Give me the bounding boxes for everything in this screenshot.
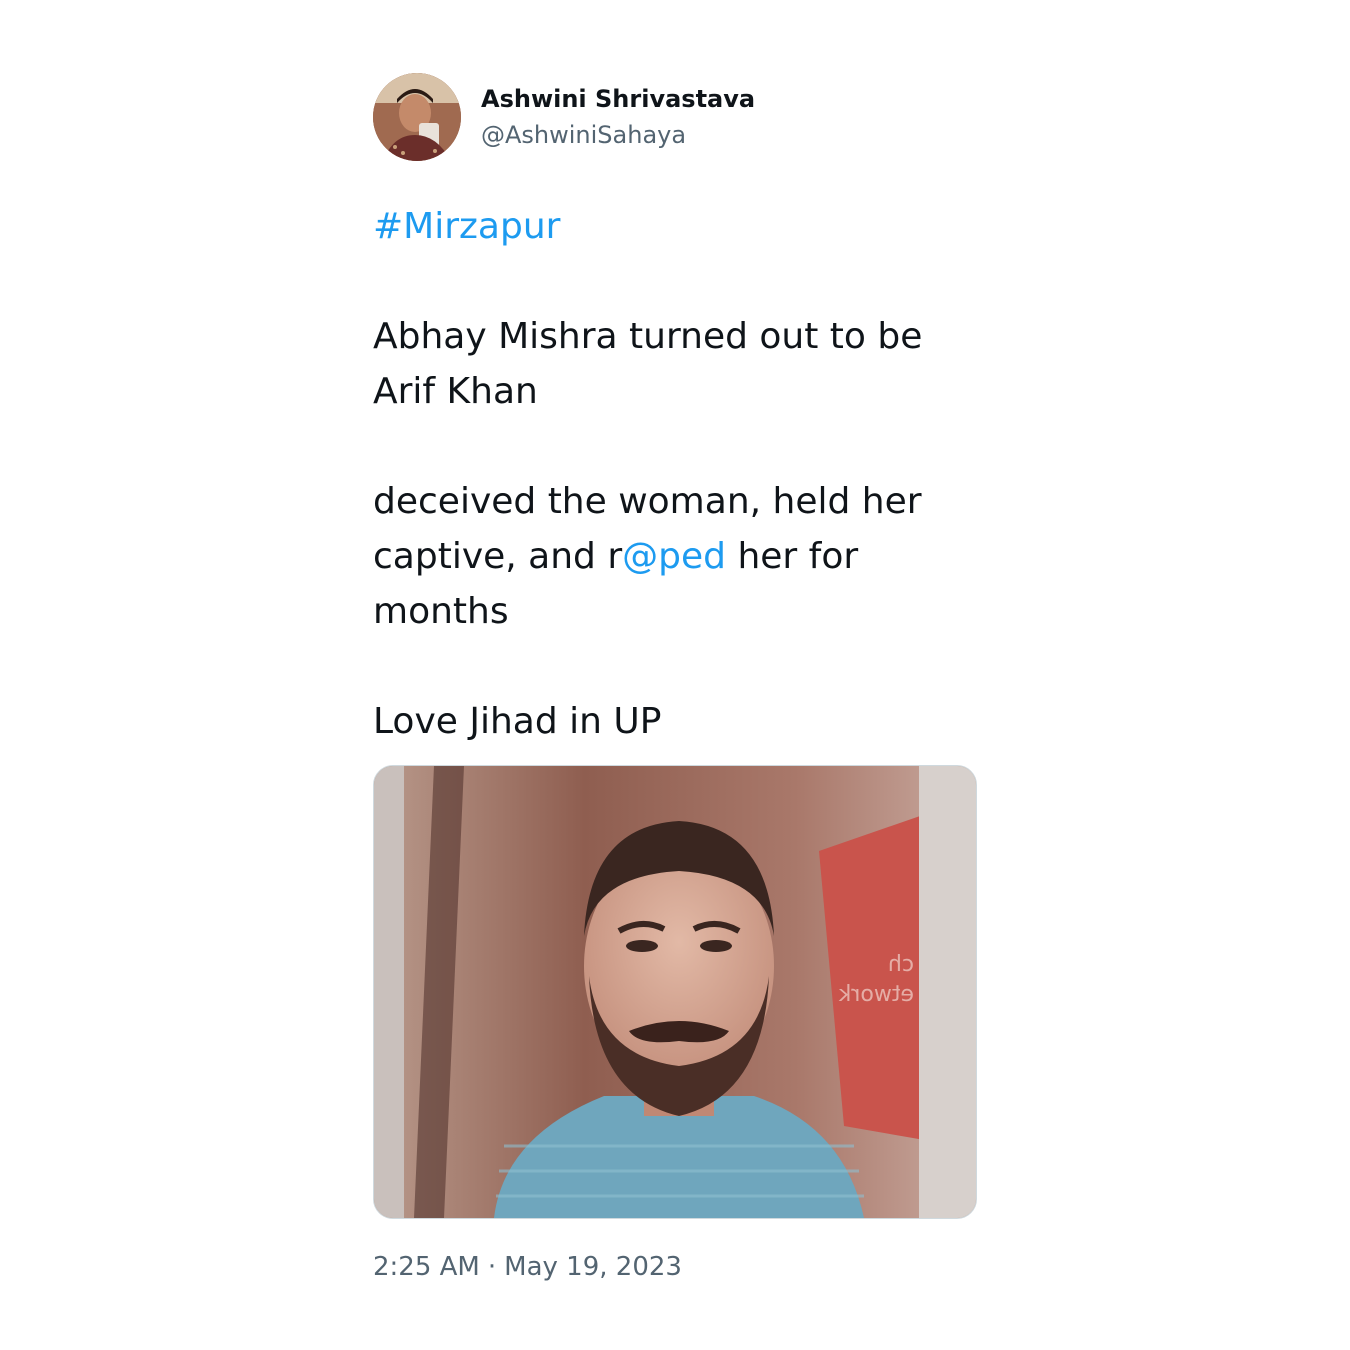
avatar-photo-icon xyxy=(373,73,461,161)
tweet-media[interactable]: ch etwork xyxy=(373,765,977,1219)
separator: · xyxy=(487,1252,497,1282)
tweet-line: captive, and r@ped her for xyxy=(373,529,977,584)
tweet-date[interactable]: May 19, 2023 xyxy=(504,1251,682,1283)
tweet-line: Love Jihad in UP xyxy=(373,701,662,742)
tweet-header: Ashwini Shrivastava @AshwiniSahaya xyxy=(373,73,977,161)
tweet-line: Arif Khan xyxy=(373,371,538,412)
tweet-text: #Mirzapur Abhay Mishra turned out to be … xyxy=(373,199,977,749)
tweet-text-segment: captive, and r xyxy=(373,536,623,577)
tweet-time[interactable]: 2:25 AM xyxy=(373,1251,480,1283)
mention-link[interactable]: @ped xyxy=(622,536,726,577)
author-avatar[interactable] xyxy=(373,73,461,161)
attached-photo-icon: ch etwork xyxy=(374,766,976,1218)
tweet-line: Abhay Mishra turned out to be xyxy=(373,316,923,357)
author-handle[interactable]: @AshwiniSahaya xyxy=(481,120,755,150)
sign-text: etwork xyxy=(838,982,914,1007)
sign-text: ch xyxy=(888,952,914,977)
hashtag-link[interactable]: #Mirzapur xyxy=(373,206,560,247)
tweet-line: months xyxy=(373,591,509,632)
tweet-card: Ashwini Shrivastava @AshwiniSahaya #Mirz… xyxy=(373,73,977,1283)
tweet-line: deceived the woman, held her xyxy=(373,481,922,522)
author-display-name[interactable]: Ashwini Shrivastava xyxy=(481,84,755,114)
tweet-text-segment: her for xyxy=(726,536,859,577)
tweet-timestamp[interactable]: 2:25 AM · May 19, 2023 xyxy=(373,1251,977,1283)
